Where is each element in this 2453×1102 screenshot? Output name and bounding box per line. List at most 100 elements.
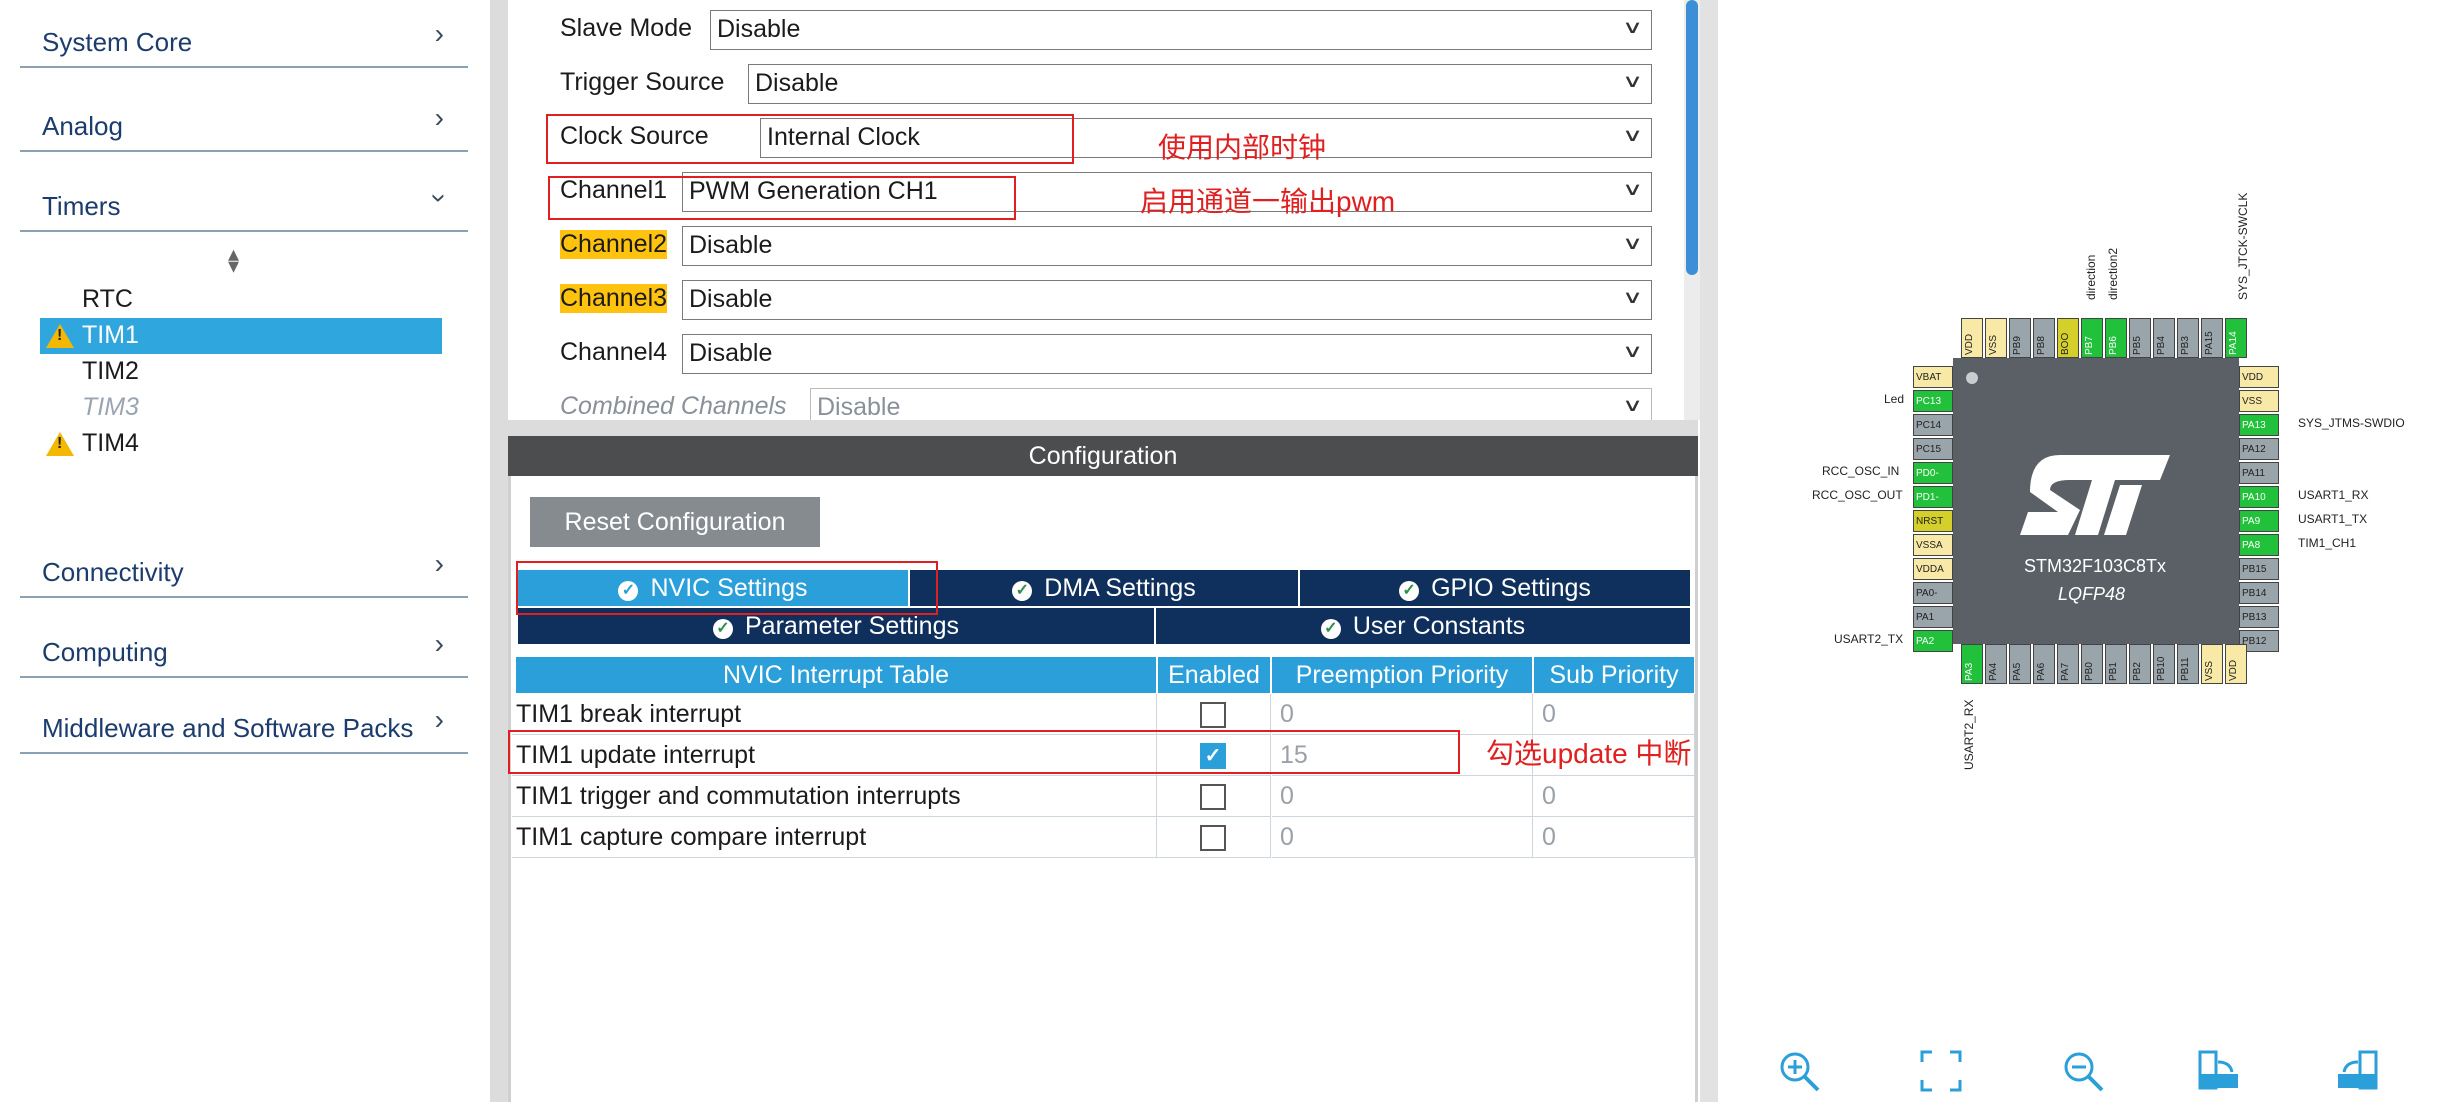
enabled-checkbox[interactable] xyxy=(1200,825,1226,851)
sort-icon[interactable]: ▴ ▾ xyxy=(228,243,239,277)
pin-nrst[interactable]: NRST xyxy=(1913,510,1953,532)
pin-pa5[interactable]: PA5 xyxy=(2009,644,2031,684)
pin-pb5[interactable]: PB5 xyxy=(2129,318,2151,358)
pin-pa8[interactable]: PA8 xyxy=(2239,534,2279,556)
pin-pa2[interactable]: PA2 xyxy=(1913,630,1953,652)
pin-pb13[interactable]: PB13 xyxy=(2239,606,2279,628)
pin-pa3[interactable]: PA3 xyxy=(1961,644,1983,684)
channel3-select[interactable]: Disable ∨ xyxy=(682,280,1652,320)
category-computing[interactable]: Computing › xyxy=(20,610,468,678)
pin-pb8[interactable]: PB8 xyxy=(2033,318,2055,358)
zoom-out-icon[interactable] xyxy=(2060,1048,2106,1094)
sub-priority-value[interactable]: 0 xyxy=(1534,776,1694,817)
pin-pb14[interactable]: PB14 xyxy=(2239,582,2279,604)
pin-pa6[interactable]: PA6 xyxy=(2033,644,2055,684)
trigger-source-select[interactable]: Disable ∨ xyxy=(748,64,1652,104)
pin-pa14[interactable]: PA14 xyxy=(2225,318,2247,358)
pin-vbat[interactable]: VBAT xyxy=(1913,366,1953,388)
pin-pa9[interactable]: PA9 xyxy=(2239,510,2279,532)
enabled-checkbox[interactable] xyxy=(1200,702,1226,728)
channel2-select[interactable]: Disable ∨ xyxy=(682,226,1652,266)
pin-vss[interactable]: VSS xyxy=(2239,390,2279,412)
pin-pa13[interactable]: PA13 xyxy=(2239,414,2279,436)
pin-vdd[interactable]: VDD xyxy=(1961,318,1983,358)
pin-pa7[interactable]: PA7 xyxy=(2057,644,2079,684)
pin-vssa[interactable]: VSSA xyxy=(1913,534,1953,556)
scrollbar-thumb[interactable] xyxy=(1686,0,1698,275)
rotate-icon[interactable] xyxy=(2334,1048,2380,1094)
slave-mode-select[interactable]: Disable ∨ xyxy=(710,10,1652,50)
pin-vss[interactable]: VSS xyxy=(1985,318,2007,358)
timer-item-tim1[interactable]: TIM1 xyxy=(40,318,442,354)
chevron-right-icon: › xyxy=(434,18,444,49)
category-middleware[interactable]: Middleware and Software Packs › xyxy=(20,686,468,754)
pin-pb1[interactable]: PB1 xyxy=(2105,644,2127,684)
category-timers[interactable]: Timers › xyxy=(20,164,468,232)
pin-pd0-[interactable]: PD0- xyxy=(1913,462,1953,484)
pin-pa12[interactable]: PA12 xyxy=(2239,438,2279,460)
pin-vdd[interactable]: VDD xyxy=(2225,644,2247,684)
timer-item-tim3[interactable]: TIM3 xyxy=(40,390,442,426)
pin-pc13[interactable]: PC13 xyxy=(1913,390,1953,412)
mode-scrollbar[interactable] xyxy=(1684,0,1700,420)
pin-label-osc-out: RCC_OSC_OUT xyxy=(1812,488,1903,502)
pin-vdda[interactable]: VDDA xyxy=(1913,558,1953,580)
timer-item-rtc[interactable]: RTC xyxy=(40,282,442,318)
pin-label-swclk: SYS_JTCK-SWCLK xyxy=(2236,192,2250,300)
combined-channels-select[interactable]: Disable ∨ xyxy=(810,388,1652,420)
reset-configuration-button[interactable]: Reset Configuration xyxy=(530,497,820,547)
export-icon[interactable] xyxy=(2196,1048,2242,1094)
channel4-select[interactable]: Disable ∨ xyxy=(682,334,1652,374)
pin-pb0[interactable]: PB0 xyxy=(2081,644,2103,684)
mode-label: Channel4 xyxy=(560,338,668,366)
tab-dma-settings[interactable]: ✓ DMA Settings xyxy=(910,570,1298,606)
pin-pc15[interactable]: PC15 xyxy=(1913,438,1953,460)
pin-vss[interactable]: VSS xyxy=(2201,644,2223,684)
pin-pd1-[interactable]: PD1- xyxy=(1913,486,1953,508)
category-system-core[interactable]: System Core › xyxy=(20,0,468,68)
panel-splitter[interactable] xyxy=(490,0,508,1102)
sub-priority-value[interactable]: 0 xyxy=(1534,694,1694,735)
timer-item-tim4[interactable]: TIM4 xyxy=(40,426,442,462)
pin-pa0-[interactable]: PA0- xyxy=(1913,582,1953,604)
panel-splitter-horizontal[interactable] xyxy=(508,420,1698,436)
preemption-value[interactable]: 0 xyxy=(1272,817,1534,858)
pin-pa11[interactable]: PA11 xyxy=(2239,462,2279,484)
pin-pc14[interactable]: PC14 xyxy=(1913,414,1953,436)
annotation-box-clock xyxy=(546,114,1074,164)
pin-pa1[interactable]: PA1 xyxy=(1913,606,1953,628)
zoom-in-icon[interactable] xyxy=(1776,1048,1822,1094)
pin-label-usart2-tx: USART2_TX xyxy=(1834,632,1904,646)
pin-pb11[interactable]: PB11 xyxy=(2177,644,2199,684)
timer-item-tim2[interactable]: TIM2 xyxy=(40,354,442,390)
preemption-value[interactable]: 0 xyxy=(1272,694,1534,735)
pin-pa15[interactable]: PA15 xyxy=(2201,318,2223,358)
pin-pb2[interactable]: PB2 xyxy=(2129,644,2151,684)
tab-user-constants[interactable]: ✓ User Constants xyxy=(1156,608,1690,644)
annotation-box-update-interrupt xyxy=(508,730,1460,774)
enabled-checkbox[interactable] xyxy=(1200,784,1226,810)
pin-pa4[interactable]: PA4 xyxy=(1985,644,2007,684)
pin-pb3[interactable]: PB3 xyxy=(2177,318,2199,358)
pin-pb7[interactable]: PB7 xyxy=(2081,318,2103,358)
interrupt-name: TIM1 capture compare interrupt xyxy=(512,817,1160,858)
pin-vdd[interactable]: VDD xyxy=(2239,366,2279,388)
sub-priority-value[interactable]: 0 xyxy=(1534,817,1694,858)
category-connectivity[interactable]: Connectivity › xyxy=(20,530,468,598)
pin-pa10[interactable]: PA10 xyxy=(2239,486,2279,508)
tab-gpio-settings[interactable]: ✓ GPIO Settings xyxy=(1300,570,1690,606)
pin-pb10[interactable]: PB10 xyxy=(2153,644,2175,684)
chevron-right-icon: › xyxy=(434,102,444,133)
pin-pb4[interactable]: PB4 xyxy=(2153,318,2175,358)
category-analog[interactable]: Analog › xyxy=(20,84,468,152)
select-value: Disable xyxy=(755,69,839,97)
panel-splitter[interactable] xyxy=(1700,0,1718,1102)
pin-label-tim1-ch1: TIM1_CH1 xyxy=(2298,536,2357,550)
pin-pb9[interactable]: PB9 xyxy=(2009,318,2031,358)
pin-pb15[interactable]: PB15 xyxy=(2239,558,2279,580)
pin-pb6[interactable]: PB6 xyxy=(2105,318,2127,358)
preemption-value[interactable]: 0 xyxy=(1272,776,1534,817)
pin-boo[interactable]: BOO xyxy=(2057,318,2079,358)
mode-label: Combined Channels xyxy=(560,392,787,420)
fit-screen-icon[interactable] xyxy=(1918,1048,1964,1094)
